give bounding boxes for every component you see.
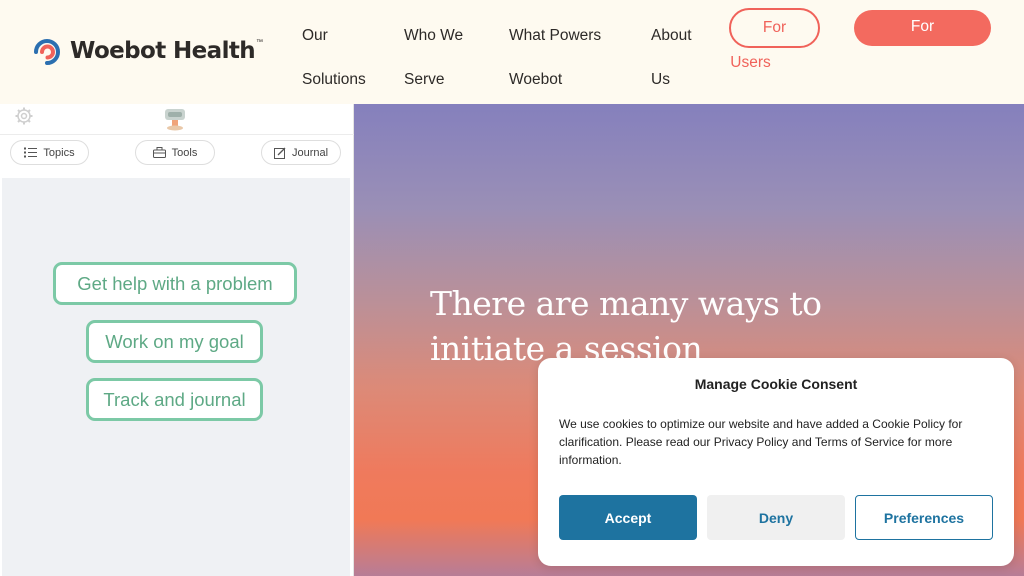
app-topbar xyxy=(0,104,354,135)
bot-avatar-icon xyxy=(165,109,185,131)
option-work-on-goal[interactable]: Work on my goal xyxy=(86,320,263,363)
toolbox-icon xyxy=(152,147,166,158)
cookie-consent-dialog: Manage Cookie Consent We use cookies to … xyxy=(538,358,1014,566)
woebot-logo-icon xyxy=(34,39,60,65)
tab-journal-label: Journal xyxy=(291,146,329,159)
nav-our-solutions[interactable]: Our Solutions xyxy=(302,14,382,102)
tab-tools-label: Tools xyxy=(171,146,198,159)
app-preview-panel: Topics Tools Journal Get help with a pro… xyxy=(0,104,354,576)
app-tabs: Topics Tools Journal xyxy=(0,140,354,168)
list-icon xyxy=(24,147,38,158)
for-users-label-line2: Users xyxy=(730,54,771,71)
nav-who-we-serve[interactable]: Who We Serve xyxy=(404,14,484,102)
option-track-journal[interactable]: Track and journal xyxy=(86,378,263,421)
tab-topics-label: Topics xyxy=(43,146,75,159)
nav-what-powers-woebot[interactable]: What Powers Woebot xyxy=(509,14,619,102)
for-users-label-line1: For xyxy=(762,19,787,36)
cookie-message: We use cookies to optimize our website a… xyxy=(559,417,963,467)
option-get-help[interactable]: Get help with a problem xyxy=(53,262,297,305)
edit-icon xyxy=(273,147,286,159)
tab-journal[interactable]: Journal xyxy=(261,140,341,165)
tab-topics[interactable]: Topics xyxy=(10,140,89,165)
brand-name: Woebot Health xyxy=(70,38,256,64)
cookie-title: Manage Cookie Consent xyxy=(694,376,858,392)
gear-icon[interactable] xyxy=(14,106,34,126)
for-partners-button[interactable]: For xyxy=(854,10,991,46)
for-users-label[interactable]: For Users xyxy=(729,10,820,80)
site-header: Woebot Health ™ Our Solutions Who We Ser… xyxy=(0,0,1024,104)
brand-trademark: ™ xyxy=(256,38,264,46)
chat-area xyxy=(2,178,350,576)
brand-logo[interactable]: Woebot Health ™ xyxy=(30,36,263,66)
deny-button[interactable]: Deny xyxy=(707,495,845,540)
tab-tools[interactable]: Tools xyxy=(135,140,215,165)
preferences-button[interactable]: Preferences xyxy=(855,495,993,540)
accept-button[interactable]: Accept xyxy=(559,495,697,540)
